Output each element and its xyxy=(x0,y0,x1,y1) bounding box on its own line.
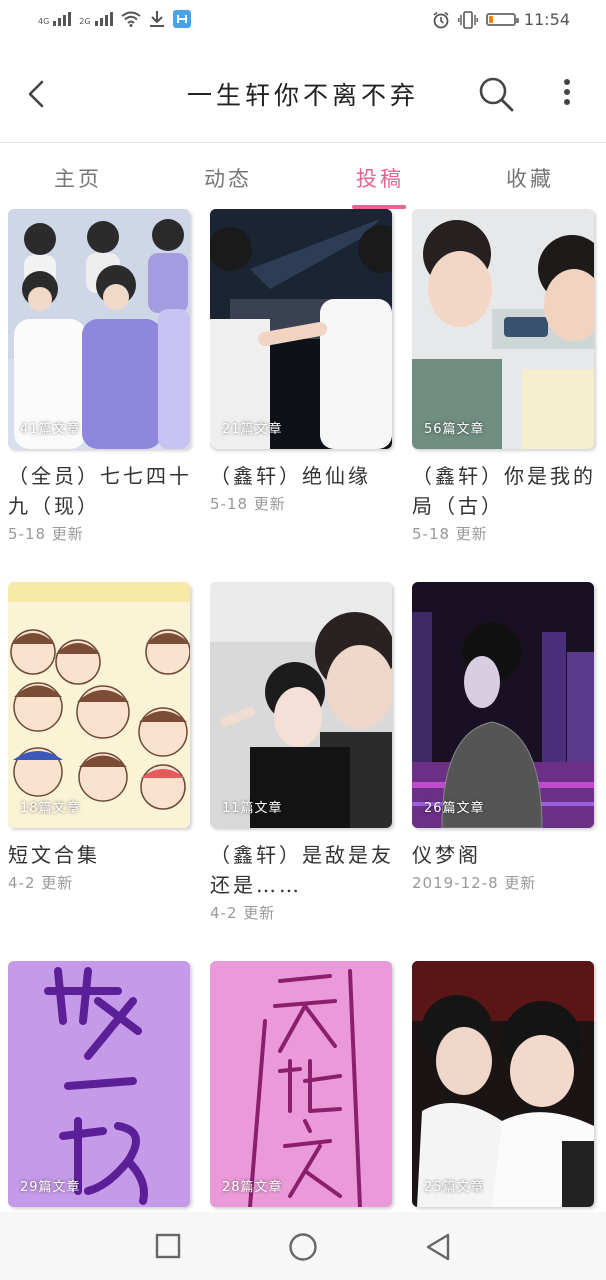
tab-activity[interactable]: 动态 xyxy=(204,163,252,193)
collection-title: 短文合集 xyxy=(8,843,100,867)
collection-card[interactable]: 25篇文章 xyxy=(412,961,600,1212)
update-date: 5-18 更新 xyxy=(412,525,488,543)
vibrate-icon xyxy=(457,10,478,29)
article-count: 29篇文章 xyxy=(20,1180,81,1195)
collection-grid: 41篇文章 （全员）七七四十九（现） 5-18 更新 21篇文章 （鑫轩）绝仙缘… xyxy=(0,209,606,1212)
cover-image: 29篇文章 xyxy=(8,961,190,1207)
wifi-icon xyxy=(120,11,141,27)
back-arrow-icon xyxy=(28,80,44,108)
recents-button[interactable] xyxy=(154,1232,182,1264)
collection-card[interactable]: 41篇文章 （全员）七七四十九（现） 5-18 更新 xyxy=(8,209,196,544)
collection-title: （鑫轩）绝仙缘 xyxy=(210,464,371,488)
collection-card[interactable]: 21篇文章 （鑫轩）绝仙缘 5-18 更新 xyxy=(210,209,398,514)
alarm-icon xyxy=(433,11,449,28)
tab-bar: 主页 动态 投稿 收藏 xyxy=(0,143,606,209)
signal-4g-icon: 4G xyxy=(38,12,72,26)
collection-card[interactable]: 29篇文章 xyxy=(8,961,196,1212)
cover-image: 41篇文章 xyxy=(8,209,190,449)
article-count: 26篇文章 xyxy=(424,801,485,816)
search-button[interactable] xyxy=(476,74,516,114)
update-date: 5-18 更新 xyxy=(210,495,286,513)
status-right: 11:54 xyxy=(432,10,570,29)
battery-level xyxy=(488,16,493,23)
update-date: 2019-12-8 更新 xyxy=(412,874,537,892)
square-icon xyxy=(155,1233,181,1259)
circle-icon xyxy=(289,1233,317,1261)
collection-title: （鑫轩）是敌是友还是…… xyxy=(210,843,394,897)
collection-card[interactable]: 28篇文章 xyxy=(210,961,398,1212)
collection-card[interactable]: 26篇文章 仪梦阁 2019-12-8 更新 xyxy=(412,582,600,893)
more-button[interactable] xyxy=(556,76,578,112)
article-count: 56篇文章 xyxy=(424,422,485,437)
cover-image: 11篇文章 xyxy=(210,582,392,828)
app-header: 一生轩你不离不弃 xyxy=(0,44,606,143)
cover-image: 21篇文章 xyxy=(210,209,392,449)
article-count: 25篇文章 xyxy=(424,1180,485,1195)
clock: 11:54 xyxy=(523,10,570,29)
tab-favorites[interactable]: 收藏 xyxy=(506,163,554,193)
collection-title: （全员）七七四十九（现） xyxy=(8,464,192,518)
article-count: 41篇文章 xyxy=(20,422,81,437)
download-icon xyxy=(149,11,164,27)
collection-title: （鑫轩）你是我的局（古） xyxy=(412,464,596,518)
collection-card[interactable]: 56篇文章 （鑫轩）你是我的局（古） 5-18 更新 xyxy=(412,209,600,544)
article-count: 21篇文章 xyxy=(222,422,283,437)
triangle-back-icon xyxy=(426,1233,450,1261)
network-label-1: 4G xyxy=(38,17,50,26)
home-button[interactable] xyxy=(287,1232,319,1266)
battery-icon xyxy=(485,13,519,26)
page-title: 一生轩你不离不弃 xyxy=(186,81,419,110)
nav-back-button[interactable] xyxy=(424,1232,452,1266)
more-vertical-icon xyxy=(564,79,570,105)
tab-home[interactable]: 主页 xyxy=(54,163,102,193)
signal-2g-icon: 2G xyxy=(79,12,113,26)
system-nav-bar xyxy=(0,1212,606,1280)
cover-image: 28篇文章 xyxy=(210,961,392,1207)
cover-image: 18篇文章 xyxy=(8,582,190,828)
cover-image: 26篇文章 xyxy=(412,582,594,828)
back-button[interactable] xyxy=(20,76,56,112)
article-count: 18篇文章 xyxy=(20,801,81,816)
cover-image: 56篇文章 xyxy=(412,209,594,449)
collection-card[interactable]: 18篇文章 短文合集 4-2 更新 xyxy=(8,582,196,893)
collection-title: 仪梦阁 xyxy=(412,843,481,867)
collection-card[interactable]: 11篇文章 （鑫轩）是敌是友还是…… 4-2 更新 xyxy=(210,582,398,923)
update-date: 5-18 更新 xyxy=(8,525,84,543)
article-count: 11篇文章 xyxy=(222,801,283,816)
status-bar: 4G 2G 11:54 xyxy=(0,0,606,44)
article-count: 28篇文章 xyxy=(222,1180,283,1195)
search-icon xyxy=(479,77,514,112)
network-label-2: 2G xyxy=(79,17,91,26)
update-date: 4-2 更新 xyxy=(8,874,74,892)
hd-voice-icon xyxy=(172,10,191,28)
cover-image: 25篇文章 xyxy=(412,961,594,1207)
status-left: 4G 2G xyxy=(38,10,191,28)
update-date: 4-2 更新 xyxy=(210,904,276,922)
tab-submissions[interactable]: 投稿 xyxy=(356,163,404,193)
